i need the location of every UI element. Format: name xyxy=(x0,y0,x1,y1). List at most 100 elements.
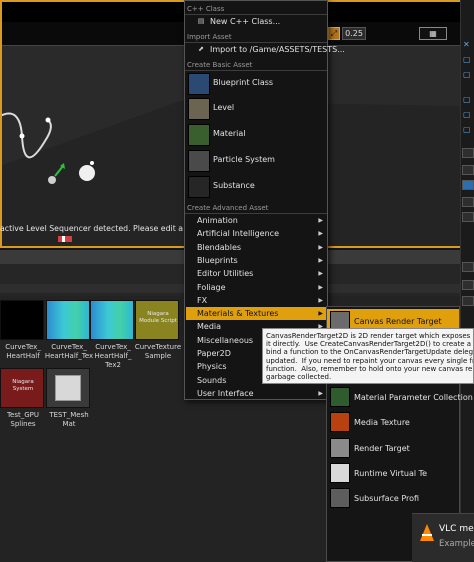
panel-icon[interactable] xyxy=(462,212,474,222)
section-header-import: Import Asset xyxy=(187,33,232,41)
submenu-item-runtime-virtual-te[interactable]: Runtime Virtual Te xyxy=(327,461,459,486)
vlc-notification[interactable]: VLC med Example xyxy=(412,513,474,562)
asset-thumbnail: Niagara Module Script xyxy=(135,300,179,340)
blueprint-class-icon xyxy=(188,73,210,95)
asset-thumbnail: Niagara System xyxy=(0,368,44,408)
import-icon: ⬈ xyxy=(198,45,204,53)
menu-item-animation[interactable]: Animation ▶ xyxy=(186,214,326,227)
cpp-file-icon: ▤ xyxy=(197,17,205,25)
tooltip-line: CanvasRenderTarget2D is 2D render target… xyxy=(266,332,474,340)
thumbnail-text: Niagara Module Script xyxy=(139,311,177,324)
menu-item-level[interactable]: Level xyxy=(186,97,326,121)
menu-item-label: Particle System xyxy=(213,155,275,164)
submenu-arrow-icon: ▶ xyxy=(318,296,323,304)
tooltip-line: function. Also, remember to hold onto yo… xyxy=(266,364,474,373)
panel-icon[interactable] xyxy=(462,280,474,290)
menu-item-label: Editor Utilities xyxy=(197,269,254,279)
submenu-arrow-icon: ▶ xyxy=(318,310,323,318)
menu-item-foliage[interactable]: Foliage ▶ xyxy=(186,281,326,294)
media-texture-icon xyxy=(330,412,350,433)
panel-icon[interactable] xyxy=(462,197,474,207)
panel-icon[interactable]: ▢ xyxy=(463,95,473,104)
particle-system-icon xyxy=(188,150,210,172)
panel-icon[interactable]: ▢ xyxy=(463,70,473,79)
menu-item-label: FX xyxy=(197,295,208,305)
menu-item-label: Animation xyxy=(197,216,238,225)
submenu-arrow-icon: ▶ xyxy=(318,230,323,238)
panel-icon[interactable] xyxy=(462,262,474,272)
subsurface-profi-icon xyxy=(330,488,350,509)
menu-item-material[interactable]: Material xyxy=(186,123,326,147)
level-icon xyxy=(188,98,210,120)
submenu-item-subsurface-profi[interactable]: Subsurface Profi xyxy=(327,486,459,511)
panel-icon[interactable] xyxy=(462,296,474,306)
panel-icon[interactable]: ▢ xyxy=(463,55,473,64)
menu-item-label: Media xyxy=(197,322,222,332)
menu-item-artificial-intelligence[interactable]: Artificial Intelligence ▶ xyxy=(186,227,326,240)
details-panel-strip: ✕ ▢ ▢ ▢ ▢ ▢ xyxy=(460,0,474,562)
section-header-basic: Create Basic Asset xyxy=(187,61,253,69)
menu-item-label: Blueprints xyxy=(197,255,238,265)
asset-thumbnail xyxy=(90,300,134,340)
menu-item-label: Level xyxy=(213,103,235,112)
asset-thumbnail xyxy=(46,300,90,340)
submenu-arrow-icon: ▶ xyxy=(318,389,323,397)
menu-item-label: Foliage xyxy=(197,282,226,292)
menu-item-label: Blueprint Class xyxy=(213,78,274,87)
submenu-arrow-icon: ▶ xyxy=(318,256,323,264)
tooltip-line: updated. If you need to repaint your can… xyxy=(266,356,474,365)
menu-item-import[interactable]: ⬈ Import to /Game/ASSETS/TESTS... xyxy=(186,43,345,56)
menu-item-label: Substance xyxy=(213,181,255,190)
submenu-item-label: Material Parameter Collection xyxy=(354,392,473,402)
asset-label: TEST_Mesh Mat xyxy=(49,411,89,428)
menu-item-editor-utilities[interactable]: Editor Utilities ▶ xyxy=(186,267,326,280)
tooltip-line: it directly. Use CreateCanvasRenderTarge… xyxy=(266,340,474,349)
render-target-icon xyxy=(330,437,350,458)
menu-item-label: Material xyxy=(213,129,246,138)
notification-subtitle: Example xyxy=(439,539,474,549)
submenu-arrow-icon: ▶ xyxy=(318,270,323,278)
section-header-advanced: Create Advanced Asset xyxy=(187,204,269,212)
menu-item-materials-textures[interactable]: Materials & Textures ▶ xyxy=(186,307,326,321)
vlc-cone-icon xyxy=(420,524,434,541)
panel-icon[interactable] xyxy=(462,180,474,190)
menu-item-new-cpp-class[interactable]: ▤ New C++ Class... xyxy=(186,15,326,28)
menu-item-label: Materials & Textures xyxy=(197,309,279,319)
notification-title: VLC med xyxy=(439,524,474,534)
submenu-item-label: Media Texture xyxy=(354,418,410,428)
menu-item-blueprints[interactable]: Blueprints ▶ xyxy=(186,254,326,267)
menu-item-label: Sounds xyxy=(197,375,227,385)
tooltip-line: bind a function to the OnCanvasRenderTar… xyxy=(266,348,474,357)
menu-item-particle-system[interactable]: Particle System xyxy=(186,149,326,173)
menu-item-label: Miscellaneous xyxy=(197,335,254,345)
panel-icon[interactable] xyxy=(462,165,474,175)
submenu-item-label: Runtime Virtual Te xyxy=(354,468,428,478)
submenu-arrow-icon: ▶ xyxy=(318,283,323,291)
menu-item-substance[interactable]: Substance xyxy=(186,175,326,199)
runtime-virtual-te-icon xyxy=(330,462,350,483)
asset-thumbnail xyxy=(0,300,44,340)
menu-item-label: New C++ Class... xyxy=(210,17,281,26)
panel-icon[interactable]: ▢ xyxy=(463,125,473,134)
menu-item-blendables[interactable]: Blendables ▶ xyxy=(186,241,326,254)
panel-icon[interactable]: ▢ xyxy=(463,110,473,119)
search-icon[interactable] xyxy=(462,148,474,158)
menu-item-label: User Interface xyxy=(197,388,254,398)
submenu-item-media-texture[interactable]: Media Texture xyxy=(327,410,459,435)
asset-thumbnail xyxy=(46,368,90,408)
substance-icon xyxy=(188,176,210,198)
menu-item-label: Import to /Game/ASSETS/TESTS... xyxy=(210,45,345,54)
submenu-item-render-target[interactable]: Render Target xyxy=(327,436,459,461)
submenu-arrow-icon: ▶ xyxy=(318,217,323,224)
thumbnail-text: Niagara System xyxy=(12,379,34,392)
menu-item-blueprint-class[interactable]: Blueprint Class xyxy=(186,72,326,96)
asset-tooltip: CanvasRenderTarget2D is 2D render target… xyxy=(262,328,474,384)
menu-item-user-interface[interactable]: User Interface ▶ xyxy=(186,387,326,400)
submenu-item-material-parameter-collection[interactable]: Material Parameter Collection xyxy=(327,385,473,410)
submenu-item-label: Subsurface Profi xyxy=(354,494,420,504)
x-icon[interactable]: ✕ xyxy=(463,40,473,49)
menu-item-fx[interactable]: FX ▶ xyxy=(186,294,326,307)
asset-label: CurveTexture Sample xyxy=(134,343,182,360)
submenu-item-label: Render Target xyxy=(354,443,410,453)
tooltip-line: garbage collected. xyxy=(266,373,332,382)
